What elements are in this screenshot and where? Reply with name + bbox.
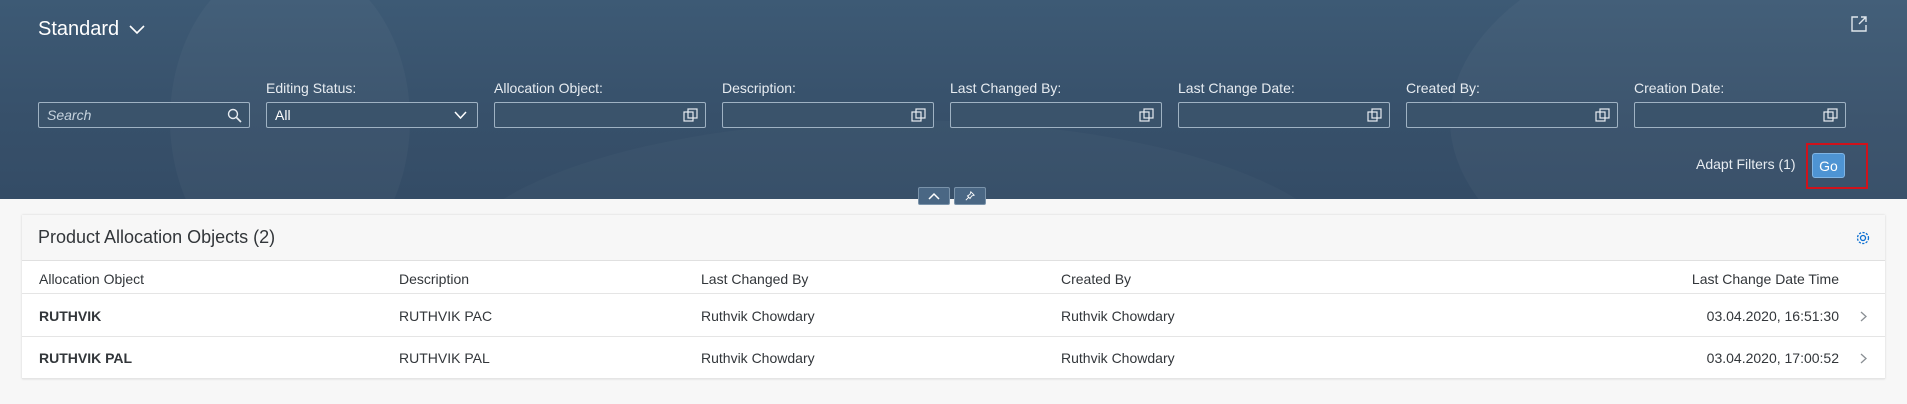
created-by-field[interactable] <box>1406 102 1618 128</box>
search-placeholder: Search <box>47 107 92 123</box>
cell-created-by: Ruthvik Chowdary <box>1061 350 1175 366</box>
header-decoration <box>450 120 1350 199</box>
column-header-last-change-date-time[interactable]: Last Change Date Time <box>1692 271 1839 287</box>
search-input[interactable]: Search <box>38 102 250 128</box>
collapse-up-icon <box>928 192 940 200</box>
chevron-right-icon[interactable] <box>1860 311 1867 322</box>
creation-date-label: Creation Date: <box>1634 80 1725 96</box>
product-allocation-objects-table: Product Allocation Objects (2) Allocatio… <box>22 215 1885 379</box>
value-help-icon[interactable] <box>911 108 926 122</box>
variant-selector[interactable]: Standard <box>38 18 145 41</box>
settings-gear-icon[interactable] <box>1855 230 1871 246</box>
value-help-icon[interactable] <box>683 108 698 122</box>
pin-header-button[interactable] <box>954 187 986 205</box>
last-change-date-field[interactable] <box>1178 102 1390 128</box>
table-title: Product Allocation Objects (2) <box>38 227 276 247</box>
last-changed-by-field[interactable] <box>950 102 1162 128</box>
search-icon[interactable] <box>227 108 242 123</box>
description-field[interactable] <box>722 102 934 128</box>
filter-bar-header: Standard Search Editing Status: All Allo… <box>0 0 1907 199</box>
cell-allocation-object: RUTHVIK PAL <box>39 350 133 366</box>
column-header-allocation-object[interactable]: Allocation Object <box>39 271 144 287</box>
editing-status-select[interactable]: All <box>266 102 478 128</box>
column-header-created-by[interactable]: Created By <box>1061 271 1131 287</box>
go-button[interactable]: Go <box>1812 153 1845 178</box>
cell-last-changed-by: Ruthvik Chowdary <box>701 350 815 366</box>
table-row[interactable]: RUTHVIK PAL RUTHVIK PAL Ruthvik Chowdary… <box>22 337 1885 379</box>
column-header-last-changed-by[interactable]: Last Changed By <box>701 271 808 287</box>
allocation-object-label: Allocation Object: <box>494 80 603 96</box>
cell-last-change-date-time: 03.04.2020, 16:51:30 <box>1706 308 1839 324</box>
value-help-icon[interactable] <box>1139 108 1154 122</box>
cell-description: RUTHVIK PAL <box>399 350 490 366</box>
header-decoration <box>170 0 410 199</box>
cell-allocation-object: RUTHVIK <box>39 308 102 324</box>
creation-date-field[interactable] <box>1634 102 1846 128</box>
cell-last-changed-by: Ruthvik Chowdary <box>701 308 815 324</box>
adapt-filters-button[interactable]: Adapt Filters (1) <box>1696 156 1796 172</box>
allocation-object-field[interactable] <box>494 102 706 128</box>
chevron-down-icon <box>454 111 467 120</box>
chevron-right-icon[interactable] <box>1860 353 1867 364</box>
collapse-header-button[interactable] <box>918 187 950 205</box>
editing-status-value: All <box>275 107 291 123</box>
value-help-icon[interactable] <box>1367 108 1382 122</box>
created-by-label: Created By: <box>1406 80 1480 96</box>
value-help-icon[interactable] <box>1823 108 1838 122</box>
share-icon[interactable] <box>1850 15 1868 33</box>
table-header-row: Allocation Object Description Last Chang… <box>22 262 1885 294</box>
description-label: Description: <box>722 80 796 96</box>
table-row[interactable]: RUTHVIK RUTHVIK PAC Ruthvik Chowdary Rut… <box>22 295 1885 337</box>
cell-last-change-date-time: 03.04.2020, 17:00:52 <box>1706 350 1839 366</box>
chevron-down-icon <box>129 24 145 34</box>
cell-description: RUTHVIK PAC <box>399 308 493 324</box>
column-header-description[interactable]: Description <box>399 271 469 287</box>
value-help-icon[interactable] <box>1595 108 1610 122</box>
table-toolbar: Product Allocation Objects (2) <box>22 215 1885 261</box>
last-changed-by-label: Last Changed By: <box>950 80 1062 96</box>
variant-label: Standard <box>38 18 120 40</box>
last-change-date-label: Last Change Date: <box>1178 80 1295 96</box>
cell-created-by: Ruthvik Chowdary <box>1061 308 1175 324</box>
pin-icon <box>965 191 976 201</box>
editing-status-label: Editing Status: <box>266 80 357 96</box>
